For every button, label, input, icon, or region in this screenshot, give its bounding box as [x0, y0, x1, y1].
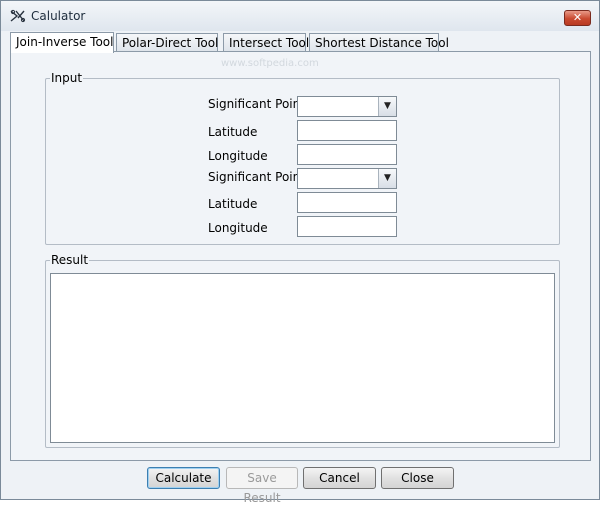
save-result-button[interactable]: Save Result — [226, 467, 298, 505]
significant-point-2-label: Significant Point — [208, 170, 305, 184]
calculator-app-icon — [10, 9, 26, 23]
latitude-2-field[interactable] — [297, 192, 397, 213]
latitude-1-field[interactable] — [297, 120, 397, 141]
significant-point-2-select[interactable]: ▼ — [297, 168, 397, 189]
tab-join-inverse-tool[interactable]: Join-Inverse Tool — [10, 32, 114, 53]
calculate-button[interactable]: Calculate — [147, 467, 220, 489]
result-text-area[interactable] — [50, 273, 555, 443]
significant-point-1-select[interactable]: ▼ — [297, 96, 397, 117]
tab-shortest-distance-tool[interactable]: Shortest Distance Tool — [309, 33, 449, 52]
latitude-2-label: Latitude — [208, 197, 258, 211]
chevron-down-icon[interactable]: ▼ — [378, 169, 396, 188]
tab-label: Intersect Tool — [229, 36, 310, 50]
watermark: www.softpedia.com — [221, 58, 319, 69]
latitude-1-label: Latitude — [208, 125, 258, 139]
tab-label: Shortest Distance Tool — [315, 36, 449, 50]
tab-label: Polar-Direct Tool — [122, 36, 219, 50]
longitude-2-label: Longitude — [208, 221, 268, 235]
calculator-window: Calulator ✕ Join-Inverse Tool Polar-Dire… — [0, 0, 600, 505]
window-title: Calulator — [31, 9, 86, 23]
tab-label: Join-Inverse Tool — [16, 35, 114, 49]
result-group-legend: Result — [51, 253, 89, 267]
input-group-legend: Input — [51, 71, 83, 85]
close-window-button[interactable]: ✕ — [564, 10, 591, 26]
tab-polar-direct-tool[interactable]: Polar-Direct Tool — [116, 33, 218, 52]
close-button[interactable]: Close — [381, 467, 454, 489]
longitude-1-label: Longitude — [208, 149, 268, 163]
longitude-1-field[interactable] — [297, 144, 397, 165]
longitude-2-field[interactable] — [297, 216, 397, 237]
tab-intersect-tool[interactable]: Intersect Tool — [223, 33, 310, 52]
cancel-button[interactable]: Cancel — [303, 467, 376, 489]
significant-point-1-label: Significant Point — [208, 97, 305, 111]
title-bar[interactable]: Calulator ✕ — [1, 1, 599, 31]
close-icon: ✕ — [572, 11, 583, 24]
chevron-down-icon[interactable]: ▼ — [378, 97, 396, 116]
